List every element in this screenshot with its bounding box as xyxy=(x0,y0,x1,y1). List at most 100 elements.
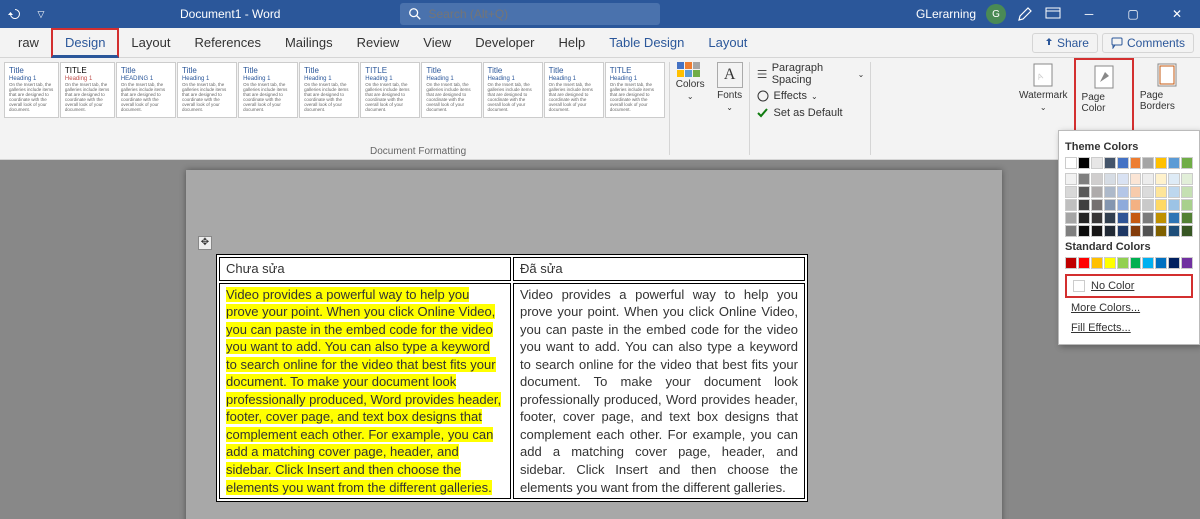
style-thumbnail[interactable]: TitleHeading 1On the Insert tab, the gal… xyxy=(421,62,481,118)
tab-developer[interactable]: Developer xyxy=(463,28,546,58)
pen-icon[interactable] xyxy=(1016,5,1034,23)
color-swatch[interactable] xyxy=(1065,173,1077,185)
color-swatch[interactable] xyxy=(1078,212,1090,224)
close-button[interactable]: ✕ xyxy=(1160,0,1194,28)
color-swatch[interactable] xyxy=(1078,186,1090,198)
color-swatch[interactable] xyxy=(1130,257,1142,269)
color-swatch[interactable] xyxy=(1168,199,1180,211)
color-swatch[interactable] xyxy=(1142,199,1154,211)
color-swatch[interactable] xyxy=(1155,212,1167,224)
dropdown-icon[interactable]: ▽ xyxy=(32,5,50,23)
style-thumbnail[interactable]: TITLEHeading 1On the Insert tab, the gal… xyxy=(360,62,420,118)
color-swatch[interactable] xyxy=(1117,212,1129,224)
style-thumbnail[interactable]: TITLEHeading 1On the Insert tab, the gal… xyxy=(605,62,665,118)
color-swatch[interactable] xyxy=(1065,157,1077,169)
table-cell-left[interactable]: Video provides a powerful way to help yo… xyxy=(219,283,511,500)
user-name[interactable]: GLerarning xyxy=(916,7,976,21)
table-header-cell[interactable]: Chưa sửa xyxy=(219,257,511,281)
color-swatch[interactable] xyxy=(1104,199,1116,211)
color-swatch[interactable] xyxy=(1168,186,1180,198)
tab-layout[interactable]: Layout xyxy=(119,28,182,58)
color-swatch[interactable] xyxy=(1104,186,1116,198)
color-swatch[interactable] xyxy=(1181,199,1193,211)
color-swatch[interactable] xyxy=(1117,199,1129,211)
no-color-item[interactable]: No Color xyxy=(1065,274,1193,298)
color-swatch[interactable] xyxy=(1155,199,1167,211)
more-colors-item[interactable]: More Colors... xyxy=(1065,298,1193,318)
color-swatch[interactable] xyxy=(1181,186,1193,198)
color-swatch[interactable] xyxy=(1065,199,1077,211)
style-thumbnail[interactable]: TitleHeading 1On the Insert tab, the gal… xyxy=(238,62,298,118)
color-swatch[interactable] xyxy=(1117,157,1129,169)
color-swatch[interactable] xyxy=(1117,257,1129,269)
ribbon-display-icon[interactable] xyxy=(1044,5,1062,23)
color-swatch[interactable] xyxy=(1091,257,1103,269)
color-swatch[interactable] xyxy=(1065,212,1077,224)
style-thumbnail[interactable]: TitleHEADING 1On the Insert tab, the gal… xyxy=(116,62,176,118)
color-swatch[interactable] xyxy=(1091,212,1103,224)
color-swatch[interactable] xyxy=(1065,225,1077,237)
document-formatting-gallery[interactable]: TitleHeading 1On the Insert tab, the gal… xyxy=(0,58,669,159)
color-swatch[interactable] xyxy=(1181,257,1193,269)
color-swatch[interactable] xyxy=(1078,157,1090,169)
color-swatch[interactable] xyxy=(1117,173,1129,185)
share-button[interactable]: Share xyxy=(1032,33,1098,53)
style-thumbnail[interactable]: TitleHeading 1On the Insert tab, the gal… xyxy=(4,62,59,118)
color-swatch[interactable] xyxy=(1091,157,1103,169)
color-swatch[interactable] xyxy=(1142,257,1154,269)
color-swatch[interactable] xyxy=(1104,157,1116,169)
fonts-button[interactable]: A Fonts⌄ xyxy=(711,58,749,159)
search-box[interactable] xyxy=(400,3,660,25)
tab-references[interactable]: References xyxy=(182,28,272,58)
document-area[interactable]: 1 · · · │ · · · · · · · 1 · · · · · · · … xyxy=(0,160,1200,519)
color-swatch[interactable] xyxy=(1091,199,1103,211)
tab-help[interactable]: Help xyxy=(546,28,597,58)
autosave-undo-icon[interactable] xyxy=(6,5,24,23)
style-thumbnail[interactable]: TITLEHeading 1On the Insert tab, the gal… xyxy=(60,62,115,118)
color-swatch[interactable] xyxy=(1142,212,1154,224)
comments-button[interactable]: Comments xyxy=(1102,33,1194,53)
tab-mailings[interactable]: Mailings xyxy=(273,28,345,58)
paragraph-spacing-button[interactable]: Paragraph Spacing ⌄ xyxy=(756,62,865,86)
color-swatch[interactable] xyxy=(1142,186,1154,198)
color-swatch[interactable] xyxy=(1168,212,1180,224)
tab-table-design[interactable]: Table Design xyxy=(597,28,696,58)
table-cell-right[interactable]: Video provides a powerful way to help yo… xyxy=(513,283,805,500)
color-swatch[interactable] xyxy=(1130,199,1142,211)
effects-button[interactable]: Effects ⌄ xyxy=(756,89,865,103)
color-swatch[interactable] xyxy=(1091,173,1103,185)
color-swatch[interactable] xyxy=(1104,257,1116,269)
style-thumbnail[interactable]: TitleHeading 1On the Insert tab, the gal… xyxy=(483,62,543,118)
avatar[interactable]: G xyxy=(986,4,1006,24)
color-swatch[interactable] xyxy=(1091,186,1103,198)
color-swatch[interactable] xyxy=(1117,186,1129,198)
color-swatch[interactable] xyxy=(1155,186,1167,198)
color-swatch[interactable] xyxy=(1130,173,1142,185)
style-thumbnail[interactable]: TitleHeading 1On the Insert tab, the gal… xyxy=(177,62,237,118)
color-swatch[interactable] xyxy=(1091,225,1103,237)
style-thumbnail[interactable]: TitleHeading 1On the Insert tab, the gal… xyxy=(299,62,359,118)
color-swatch[interactable] xyxy=(1065,257,1077,269)
color-swatch[interactable] xyxy=(1142,173,1154,185)
search-input[interactable] xyxy=(428,7,652,21)
color-swatch[interactable] xyxy=(1078,199,1090,211)
colors-button[interactable]: Colors⌄ xyxy=(670,58,711,159)
color-swatch[interactable] xyxy=(1155,157,1167,169)
color-swatch[interactable] xyxy=(1168,257,1180,269)
tab-design[interactable]: Design xyxy=(51,28,119,58)
color-swatch[interactable] xyxy=(1130,225,1142,237)
minimize-button[interactable]: ─ xyxy=(1072,0,1106,28)
color-swatch[interactable] xyxy=(1168,173,1180,185)
color-swatch[interactable] xyxy=(1130,186,1142,198)
document-table[interactable]: Chưa sửa Đã sửa Video provides a powerfu… xyxy=(216,254,808,502)
color-swatch[interactable] xyxy=(1155,257,1167,269)
color-swatch[interactable] xyxy=(1168,157,1180,169)
color-swatch[interactable] xyxy=(1078,173,1090,185)
color-swatch[interactable] xyxy=(1104,225,1116,237)
color-swatch[interactable] xyxy=(1078,225,1090,237)
table-move-handle[interactable]: ✥ xyxy=(198,236,212,250)
tab-table-layout[interactable]: Layout xyxy=(696,28,759,58)
color-swatch[interactable] xyxy=(1065,186,1077,198)
color-swatch[interactable] xyxy=(1168,225,1180,237)
tab-draw[interactable]: raw xyxy=(6,28,51,58)
